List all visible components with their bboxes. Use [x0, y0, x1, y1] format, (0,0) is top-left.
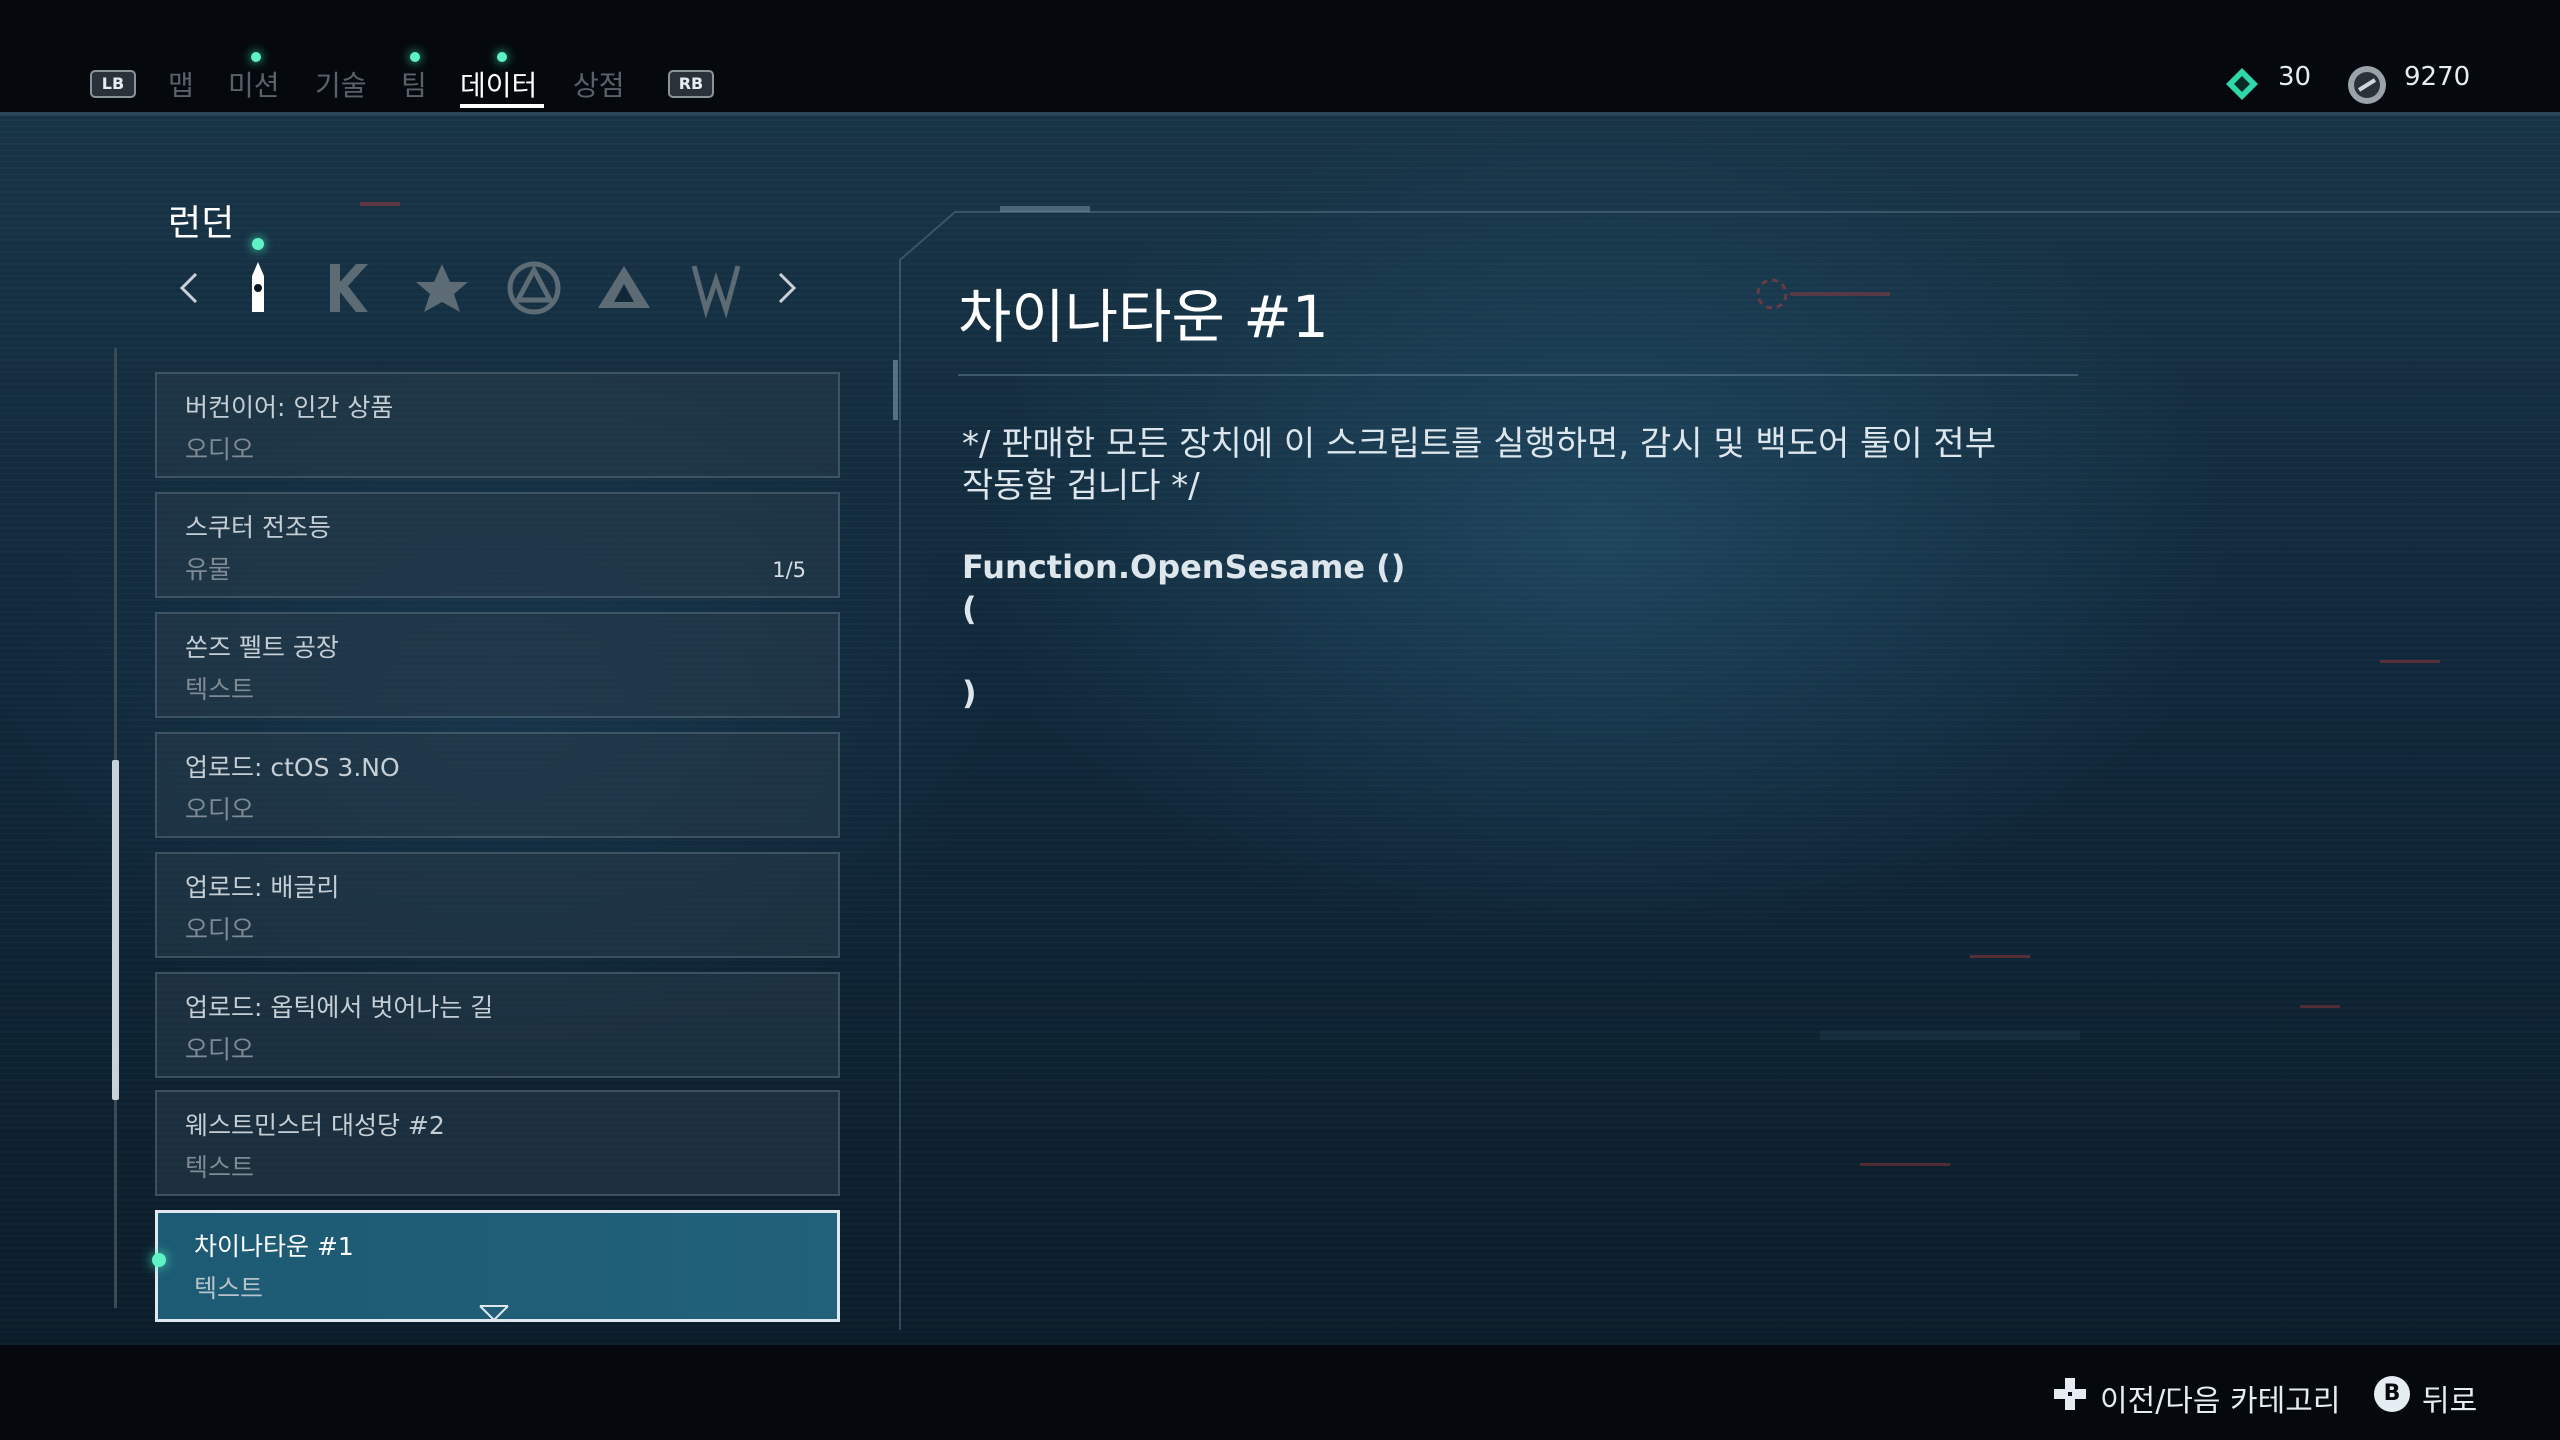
tab-skills[interactable]: 기술 — [315, 64, 367, 104]
dpad-icon — [2054, 1378, 2086, 1410]
chevron-down-icon — [479, 1305, 509, 1322]
tab-missions-dot — [251, 52, 261, 62]
list-item-title: 스쿠터 전조등 — [185, 513, 331, 542]
list-item[interactable]: 쏜즈 펠트 공장 텍스트 — [155, 612, 840, 718]
tab-team-dot — [410, 52, 420, 62]
region-title: 런던 — [168, 203, 235, 244]
list-item-type: 텍스트 — [185, 1153, 255, 1182]
selected-item-dot — [152, 1253, 166, 1267]
detail-body-line: 작동할 겁니다 */ — [962, 466, 1200, 506]
tab-data-dot — [497, 52, 507, 62]
list-item[interactable]: 웨스트민스터 대성당 #2 텍스트 — [155, 1090, 840, 1196]
page-title: 차이나타운 #1 — [958, 283, 1329, 351]
category-next-arrow[interactable] — [772, 268, 802, 319]
albion-icon[interactable] — [412, 258, 472, 318]
tab-team[interactable]: 팀 — [401, 64, 427, 104]
list-item[interactable]: 업로드: 옵틱에서 벗어나는 길 오디오 — [155, 972, 840, 1078]
coin-icon — [2348, 66, 2386, 104]
list-item-title: 차이나타운 #1 — [194, 1232, 354, 1261]
list-item-title: 쏜즈 펠트 공장 — [185, 633, 339, 662]
list-item[interactable]: 스쿠터 전조등 유물 1/5 — [155, 492, 840, 598]
list-item-title: 업로드: 배글리 — [185, 873, 340, 902]
tab-data[interactable]: 데이터 — [460, 64, 537, 104]
active-tab-underline — [460, 104, 544, 108]
list-item-title: 업로드: ctOS 3.NO — [185, 753, 400, 782]
sirs-icon[interactable] — [504, 258, 564, 318]
scrollbar-thumb[interactable] — [112, 760, 119, 1100]
list-item-count: 1/5 — [772, 558, 806, 582]
dedsec-icon[interactable] — [686, 258, 746, 318]
tab-missions[interactable]: 미션 — [228, 64, 280, 104]
list-item-type: 오디오 — [185, 795, 255, 824]
list-item-type: 오디오 — [185, 435, 255, 464]
lb-bumper[interactable]: LB — [90, 70, 136, 98]
list-item-title: 버컨이어: 인간 상품 — [185, 393, 394, 422]
big-ben-icon[interactable] — [228, 258, 288, 318]
list-item-type: 텍스트 — [185, 675, 255, 704]
code-line: Function.OpenSesame () — [962, 548, 1406, 586]
list-item[interactable]: 업로드: ctOS 3.NO 오디오 — [155, 732, 840, 838]
list-item-title: 웨스트민스터 대성당 #2 — [185, 1111, 445, 1140]
rb-bumper[interactable]: RB — [668, 70, 714, 98]
kelley-k-icon[interactable] — [320, 258, 380, 318]
tab-map[interactable]: 맵 — [168, 64, 194, 104]
category-active-dot — [252, 238, 264, 250]
title-divider — [958, 374, 2078, 376]
list-item-type: 오디오 — [185, 915, 255, 944]
eto-value: 9270 — [2404, 62, 2471, 92]
tab-shop[interactable]: 상점 — [573, 64, 625, 104]
list-item-type: 텍스트 — [194, 1274, 264, 1303]
back-button-label[interactable]: 뒤로 — [2422, 1376, 2477, 1420]
top-bar — [0, 0, 2560, 112]
tech-points-value: 30 — [2278, 62, 2312, 92]
code-line: ) — [962, 674, 977, 712]
list-item-type: 유물 — [185, 555, 232, 584]
b-button-icon[interactable]: B — [2374, 1376, 2410, 1412]
diamond-icon — [2226, 68, 2258, 100]
list-item-title: 업로드: 옵틱에서 벗어나는 길 — [185, 993, 494, 1022]
list-item-type: 오디오 — [185, 1035, 255, 1064]
code-line: ( — [962, 590, 977, 628]
clan-kelley-icon[interactable] — [594, 258, 654, 318]
list-item[interactable]: 업로드: 배글리 오디오 — [155, 852, 840, 958]
list-item[interactable]: 버컨이어: 인간 상품 오디오 — [155, 372, 840, 478]
category-prev-arrow[interactable] — [174, 268, 204, 319]
prev-next-category-hint[interactable]: 이전/다음 카테고리 — [2100, 1376, 2340, 1420]
